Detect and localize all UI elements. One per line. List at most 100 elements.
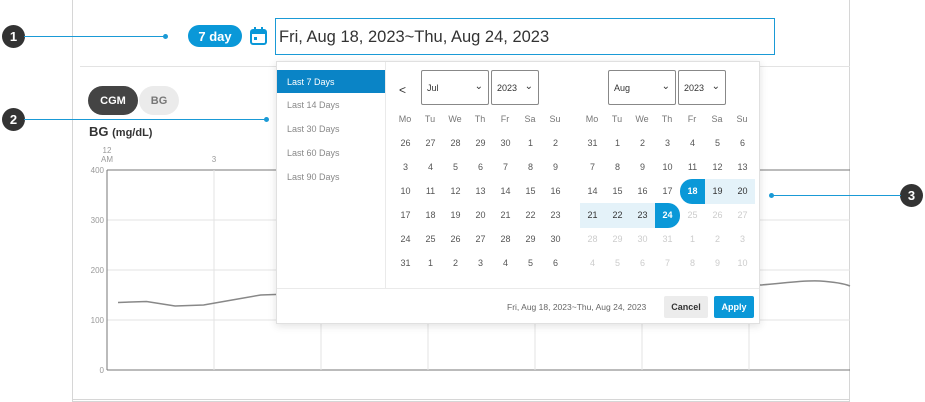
day-cell[interactable]: 25	[418, 227, 443, 252]
day-cell[interactable]: 16	[543, 179, 568, 204]
day-cell[interactable]: 8	[605, 155, 630, 180]
day-cell[interactable]: 5	[705, 131, 730, 156]
day-cell[interactable]: 28	[580, 227, 605, 252]
day-cell[interactable]: 18	[680, 179, 705, 204]
day-cell[interactable]: 27	[418, 131, 443, 156]
preset-last-14-days[interactable]: Last 14 Days	[277, 93, 385, 116]
day-cell[interactable]: 3	[468, 251, 493, 276]
prev-month-icon[interactable]: <	[399, 83, 406, 97]
day-cell[interactable]: 27	[468, 227, 493, 252]
preset-last-7-days[interactable]: Last 7 Days	[277, 70, 385, 93]
preset-last-60-days[interactable]: Last 60 Days	[277, 141, 385, 164]
day-cell[interactable]: 22	[605, 203, 630, 228]
apply-button[interactable]: Apply	[714, 296, 754, 318]
day-cell[interactable]: 21	[493, 203, 518, 228]
day-cell[interactable]: 31	[655, 227, 680, 252]
day-cell[interactable]: 17	[655, 179, 680, 204]
day-cell[interactable]: 11	[680, 155, 705, 180]
day-cell[interactable]: 8	[518, 155, 543, 180]
day-cell[interactable]: 27	[730, 203, 755, 228]
day-cell[interactable]: 2	[705, 227, 730, 252]
y-tick-label: 200	[91, 266, 105, 275]
day-cell[interactable]: 28	[493, 227, 518, 252]
day-cell[interactable]: 26	[443, 227, 468, 252]
day-cell[interactable]: 6	[630, 251, 655, 276]
weekday-label: Th	[661, 114, 673, 124]
day-cell[interactable]: 14	[580, 179, 605, 204]
right-year-select[interactable]: 2023 ⌄	[678, 70, 726, 105]
day-cell[interactable]: 1	[680, 227, 705, 252]
day-cell[interactable]: 5	[443, 155, 468, 180]
day-cell[interactable]: 5	[605, 251, 630, 276]
day-cell[interactable]: 7	[580, 155, 605, 180]
weekday-label: Tu	[611, 114, 623, 124]
day-cell[interactable]: 29	[518, 227, 543, 252]
day-cell[interactable]: 22	[518, 203, 543, 228]
day-cell[interactable]: 30	[543, 227, 568, 252]
day-cell[interactable]: 1	[605, 131, 630, 156]
day-cell[interactable]: 8	[680, 251, 705, 276]
day-cell[interactable]: 1	[518, 131, 543, 156]
day-cell[interactable]: 5	[518, 251, 543, 276]
day-cell[interactable]: 12	[705, 155, 730, 180]
day-cell[interactable]: 3	[730, 227, 755, 252]
day-cell[interactable]: 11	[418, 179, 443, 204]
day-cell[interactable]: 13	[468, 179, 493, 204]
day-cell[interactable]: 23	[630, 203, 655, 228]
day-cell[interactable]: 6	[468, 155, 493, 180]
day-cell[interactable]: 29	[468, 131, 493, 156]
preset-last-30-days[interactable]: Last 30 Days	[277, 117, 385, 140]
day-cell[interactable]: 10	[730, 251, 755, 276]
right-month-select[interactable]: Aug ⌄	[608, 70, 676, 105]
day-cell[interactable]: 9	[630, 155, 655, 180]
day-cell[interactable]: 24	[655, 203, 680, 228]
day-cell[interactable]: 3	[393, 155, 418, 180]
day-cell[interactable]: 12	[443, 179, 468, 204]
day-cell[interactable]: 24	[393, 227, 418, 252]
day-cell[interactable]: 21	[580, 203, 605, 228]
day-cell[interactable]: 4	[580, 251, 605, 276]
day-cell[interactable]: 2	[543, 131, 568, 156]
day-cell[interactable]: 26	[705, 203, 730, 228]
day-cell[interactable]: 7	[493, 155, 518, 180]
day-cell[interactable]: 9	[543, 155, 568, 180]
day-cell[interactable]: 7	[655, 251, 680, 276]
day-cell[interactable]: 2	[443, 251, 468, 276]
day-cell[interactable]: 4	[418, 155, 443, 180]
day-cell[interactable]: 10	[393, 179, 418, 204]
day-cell[interactable]: 15	[518, 179, 543, 204]
day-cell[interactable]: 30	[493, 131, 518, 156]
left-month-select[interactable]: Jul ⌄	[421, 70, 489, 105]
day-cell[interactable]: 17	[393, 203, 418, 228]
day-cell[interactable]: 19	[443, 203, 468, 228]
day-cell[interactable]: 23	[543, 203, 568, 228]
day-cell[interactable]: 30	[630, 227, 655, 252]
day-cell[interactable]: 28	[443, 131, 468, 156]
day-cell[interactable]: 20	[468, 203, 493, 228]
day-cell[interactable]: 6	[730, 131, 755, 156]
day-cell[interactable]: 20	[730, 179, 755, 204]
day-cell[interactable]: 26	[393, 131, 418, 156]
day-cell[interactable]: 2	[630, 131, 655, 156]
day-cell[interactable]: 31	[393, 251, 418, 276]
panel-bottom-border	[72, 399, 850, 400]
day-cell[interactable]: 31	[580, 131, 605, 156]
day-cell[interactable]: 14	[493, 179, 518, 204]
day-cell[interactable]: 9	[705, 251, 730, 276]
day-cell[interactable]: 10	[655, 155, 680, 180]
left-year-select[interactable]: 2023 ⌄	[491, 70, 539, 105]
day-cell[interactable]: 6	[543, 251, 568, 276]
day-cell[interactable]: 13	[730, 155, 755, 180]
day-cell[interactable]: 15	[605, 179, 630, 204]
day-cell[interactable]: 1	[418, 251, 443, 276]
preset-last-90-days[interactable]: Last 90 Days	[277, 165, 385, 188]
day-cell[interactable]: 16	[630, 179, 655, 204]
day-cell[interactable]: 19	[705, 179, 730, 204]
day-cell[interactable]: 29	[605, 227, 630, 252]
day-cell[interactable]: 4	[493, 251, 518, 276]
cancel-button[interactable]: Cancel	[664, 296, 708, 318]
day-cell[interactable]: 3	[655, 131, 680, 156]
day-cell[interactable]: 25	[680, 203, 705, 228]
day-cell[interactable]: 4	[680, 131, 705, 156]
day-cell[interactable]: 18	[418, 203, 443, 228]
